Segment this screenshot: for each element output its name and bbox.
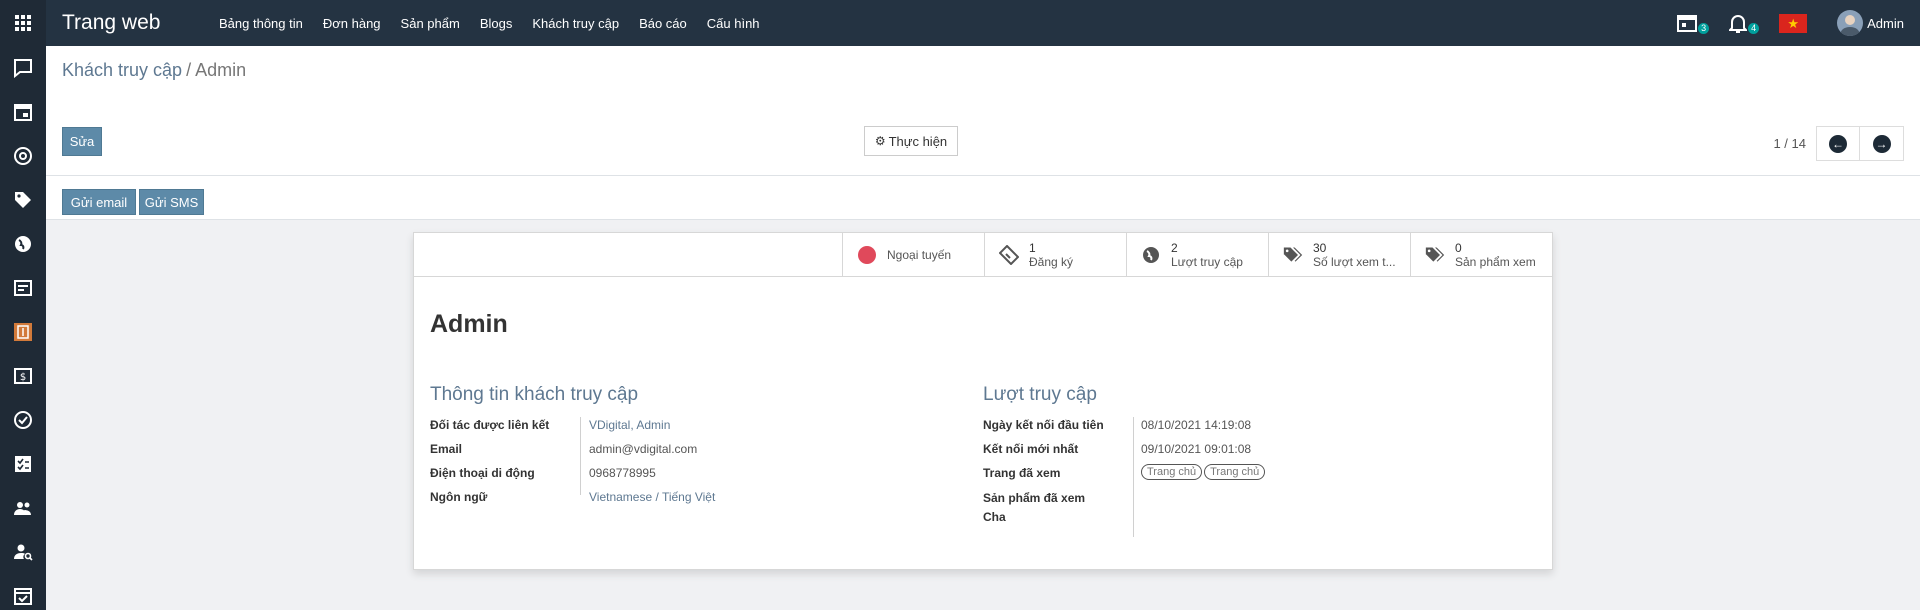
notes-icon[interactable] — [0, 266, 46, 310]
calendar-icon[interactable] — [0, 90, 46, 134]
apps-menu-icon[interactable] — [0, 0, 46, 46]
pager-previous-button[interactable]: ← — [1816, 126, 1860, 161]
form-sheet: Ngoại tuyến 1 Đăng ký 2 Lượt truy cập 30 Số… — [413, 232, 1553, 570]
tags-icon — [1425, 245, 1445, 265]
invoice-app-icon[interactable] — [0, 310, 46, 354]
offline-status-icon — [858, 246, 876, 264]
form-header: Gửi email Gửi SMS — [46, 176, 1920, 220]
send-email-button[interactable]: Gửi email — [62, 189, 136, 215]
tasks-icon[interactable] — [0, 442, 46, 486]
svg-text:$: $ — [20, 372, 26, 383]
field-divider — [580, 417, 581, 495]
activity-count-badge: 3 — [1698, 23, 1710, 34]
timeoff-icon[interactable] — [0, 574, 46, 610]
menu-products[interactable]: Sản phẩm — [401, 16, 460, 31]
app-brand[interactable]: Trang web — [62, 11, 219, 35]
pageviews-label: Số lượt xem t... — [1313, 255, 1396, 269]
menu-orders[interactable]: Đơn hàng — [323, 16, 381, 31]
recruitment-icon[interactable] — [0, 530, 46, 574]
products-smart-button[interactable]: 0 Sản phẩm xem — [1410, 233, 1552, 277]
page-tag[interactable]: Trang chủ — [1141, 464, 1203, 480]
first-connection-label: Ngày kết nối đầu tiên — [983, 418, 1104, 432]
pageviews-smart-button[interactable]: 30 Số lượt xem t... — [1268, 233, 1410, 277]
field-divider — [1133, 417, 1134, 537]
arrow-right-icon: → — [1872, 134, 1891, 153]
email-marketing-icon[interactable] — [0, 134, 46, 178]
action-menu-label: Thực hiện — [888, 133, 948, 149]
bell-icon — [1729, 15, 1748, 33]
partner-link[interactable]: VDigital, Admin — [589, 418, 670, 432]
pager-next-button[interactable]: → — [1860, 126, 1904, 161]
approvals-icon[interactable] — [0, 398, 46, 442]
send-sms-button[interactable]: Gửi SMS — [139, 189, 204, 215]
visits-group-title: Lượt truy cập — [983, 384, 1097, 405]
website-icon[interactable] — [0, 222, 46, 266]
status-smart-button[interactable]: Ngoại tuyến — [842, 233, 984, 277]
last-connection-value: 09/10/2021 09:01:08 — [1141, 442, 1252, 456]
signups-smart-button[interactable]: 1 Đăng ký — [984, 233, 1126, 277]
partner-label: Đối tác được liên kết — [430, 418, 550, 432]
activity-calendar-icon — [1677, 15, 1698, 32]
first-connection-value: 08/10/2021 14:19:08 — [1141, 418, 1252, 432]
notification-count-badge: 4 — [1748, 23, 1760, 34]
gear-icon: ⚙ — [874, 134, 886, 148]
main-navbar: Trang web Bảng thông tin Đơn hàng Sản ph… — [46, 0, 1920, 46]
pager: 1 / 14 ← → — [1773, 126, 1904, 161]
pages-viewed-label: Trang đã xem — [983, 466, 1061, 480]
user-name: Admin — [1867, 15, 1904, 31]
menu-dashboard[interactable]: Bảng thông tin — [219, 16, 303, 31]
billing-icon[interactable]: $ — [0, 354, 46, 398]
page-tag[interactable]: Trang chủ — [1204, 464, 1266, 480]
breadcrumb: Khách truy cập / Admin — [62, 60, 246, 81]
top-menu: Bảng thông tin Đơn hàng Sản phẩm Blogs K… — [219, 16, 780, 31]
status-label: Ngoại tuyến — [887, 248, 952, 262]
menu-visitors[interactable]: Khách truy cập — [532, 16, 619, 31]
menu-blogs[interactable]: Blogs — [480, 16, 513, 31]
activity-button[interactable]: 3 — [1677, 13, 1710, 34]
record-title: Admin — [430, 310, 508, 338]
visits-count: 2 — [1171, 241, 1178, 255]
ticket-icon — [999, 245, 1019, 265]
globe-icon — [1141, 245, 1161, 265]
edit-button[interactable]: Sửa — [62, 127, 102, 156]
signups-label: Đăng ký — [1029, 255, 1074, 269]
breadcrumb-parent-link[interactable]: Khách truy cập — [62, 60, 182, 80]
action-menu-button[interactable]: ⚙ Thực hiện — [864, 126, 958, 156]
mobile-value[interactable]: 0968778995 — [589, 466, 656, 480]
language-label: Ngôn ngữ — [430, 490, 488, 504]
parent-label: Cha — [983, 510, 1006, 524]
language-flag-icon[interactable]: ★ — [1779, 13, 1808, 33]
discuss-icon[interactable] — [0, 46, 46, 90]
smart-button-box: Ngoại tuyến 1 Đăng ký 2 Lượt truy cập 30 Số… — [414, 233, 1552, 277]
email-label: Email — [430, 442, 463, 456]
app-sidebar: $ — [0, 0, 46, 610]
tag-icon[interactable] — [0, 178, 46, 222]
products-label: Sản phẩm xem — [1455, 255, 1536, 269]
signups-count: 1 — [1029, 241, 1036, 255]
products-viewed-label: Sản phẩm đã xem — [983, 491, 1086, 505]
menu-configuration[interactable]: Cấu hình — [707, 16, 760, 31]
arrow-left-icon: ← — [1829, 134, 1847, 153]
notifications-button[interactable]: 4 — [1729, 13, 1760, 34]
user-menu[interactable]: Admin — [1837, 10, 1904, 36]
avatar — [1837, 10, 1864, 36]
visits-smart-button[interactable]: 2 Lượt truy cập — [1126, 233, 1268, 277]
breadcrumb-current: Admin — [195, 60, 247, 80]
visitor-info-group-title: Thông tin khách truy cập — [430, 384, 639, 405]
mobile-label: Điện thoại di động — [430, 466, 535, 480]
employees-icon[interactable] — [0, 486, 46, 530]
products-count: 0 — [1455, 241, 1462, 255]
tags-icon — [1283, 245, 1303, 265]
menu-reports[interactable]: Báo cáo — [639, 16, 687, 31]
control-panel: Khách truy cập / Admin Sửa ⚙ Thực hiện 1 /… — [46, 46, 1920, 176]
email-value[interactable]: admin@vdigital.com — [589, 442, 697, 456]
language-link[interactable]: Vietnamese / Tiếng Việt — [589, 490, 715, 504]
visits-label: Lượt truy cập — [1171, 255, 1243, 269]
last-connection-label: Kết nối mới nhất — [983, 442, 1079, 456]
breadcrumb-separator: / — [186, 60, 192, 80]
pageviews-count: 30 — [1313, 241, 1327, 255]
pages-viewed-tags: Trang chủ Trang chủ — [1141, 464, 1267, 480]
pager-value[interactable]: 1 / 14 — [1773, 136, 1806, 151]
